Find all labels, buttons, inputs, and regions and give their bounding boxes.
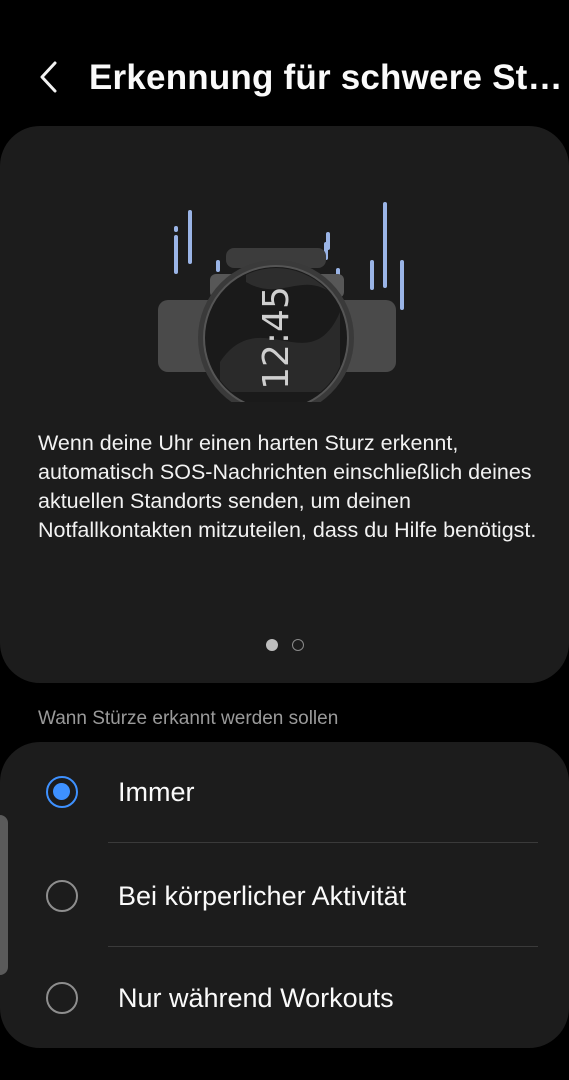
option-always[interactable]: Immer [0, 742, 569, 842]
divider [108, 946, 538, 947]
info-card[interactable]: 12:45 Wenn deine Uhr einen harten Sturz … [0, 126, 569, 683]
page-dot-active [265, 639, 278, 651]
option-physical-activity[interactable]: Bei körperlicher Aktivität [0, 846, 569, 946]
watch-time: 12:45 [256, 286, 297, 390]
page-dot-inactive [291, 639, 304, 651]
chevron-left-icon [40, 61, 57, 93]
radio-button-unchecked[interactable] [46, 880, 78, 912]
feature-description: Wenn deine Uhr einen harten Sturz erkenn… [38, 431, 537, 542]
section-label: Wann Stürze erkannt werden sollen [38, 708, 339, 729]
option-workouts-only[interactable]: Nur während Workouts [0, 948, 569, 1048]
radio-button-checked[interactable] [46, 776, 78, 808]
radio-button-unchecked[interactable] [46, 982, 78, 1014]
app-header: Erkennung für schwere Stü... [0, 0, 569, 130]
option-label: Nur während Workouts [118, 983, 394, 1013]
fall-detection-illustration: 12:45 [158, 202, 404, 402]
edge-panel-handle[interactable] [0, 815, 8, 975]
page-indicator [0, 639, 569, 651]
option-label: Immer [118, 777, 195, 807]
back-button[interactable] [24, 50, 74, 104]
option-label: Bei körperlicher Aktivität [118, 881, 407, 911]
divider [108, 842, 538, 843]
page-title: Erkennung für schwere Stü... [89, 58, 567, 97]
detection-options-list: Immer Bei körperlicher Aktivität Nur wäh… [0, 742, 569, 1048]
